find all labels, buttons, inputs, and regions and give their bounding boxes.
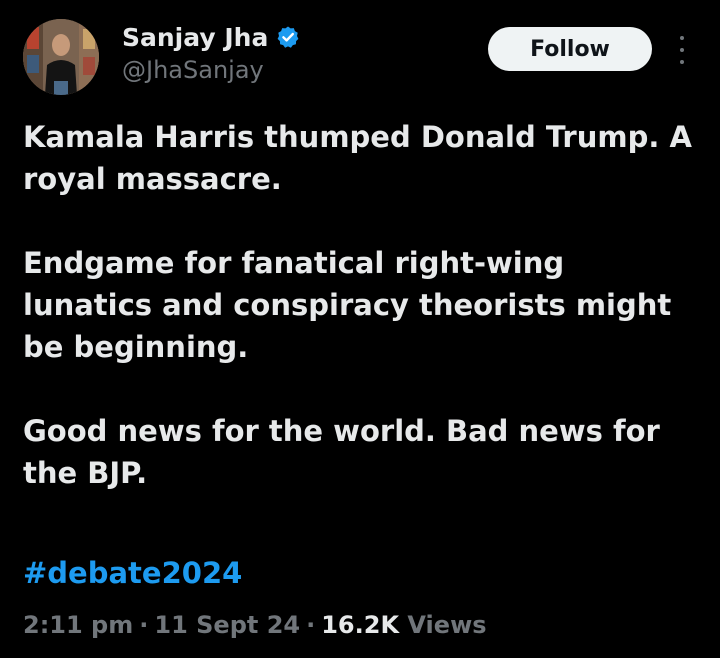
avatar[interactable]	[23, 19, 99, 95]
verified-badge-icon	[276, 25, 300, 49]
tweet-meta: 2:11 pm · 11 Sept 24 · 16.2K Views	[23, 608, 487, 642]
tweet-paragraph: Good news for the world. Bad news for th…	[23, 414, 660, 490]
more-vertical-icon[interactable]	[672, 34, 692, 66]
meta-separator: ·	[139, 611, 149, 639]
tweet-time[interactable]: 2:11 pm	[23, 611, 133, 639]
tweet-text: Kamala Harris thumped Donald Trump. A ro…	[23, 116, 703, 536]
more-dot	[680, 48, 684, 52]
tweet-date[interactable]: 11 Sept 24	[154, 611, 300, 639]
meta-separator: ·	[306, 611, 316, 639]
author-handle[interactable]: @JhaSanjay	[122, 56, 264, 84]
more-dot	[680, 36, 684, 40]
views-count[interactable]: 16.2K	[321, 611, 399, 639]
tweet-paragraph: Kamala Harris thumped Donald Trump. A ro…	[23, 120, 692, 196]
avatar-image	[23, 19, 99, 95]
author-display-name[interactable]: Sanjay Jha	[122, 23, 268, 52]
views-label: Views	[407, 611, 487, 639]
author-name-row: Sanjay Jha	[122, 20, 300, 54]
more-dot	[680, 60, 684, 64]
tweet: Sanjay Jha @JhaSanjay Follow Kamala Harr…	[0, 0, 720, 658]
tweet-paragraph: Endgame for fanatical right-wing lunatic…	[23, 246, 672, 364]
hashtag-link[interactable]: #debate2024	[23, 552, 242, 594]
follow-button[interactable]: Follow	[488, 27, 652, 71]
